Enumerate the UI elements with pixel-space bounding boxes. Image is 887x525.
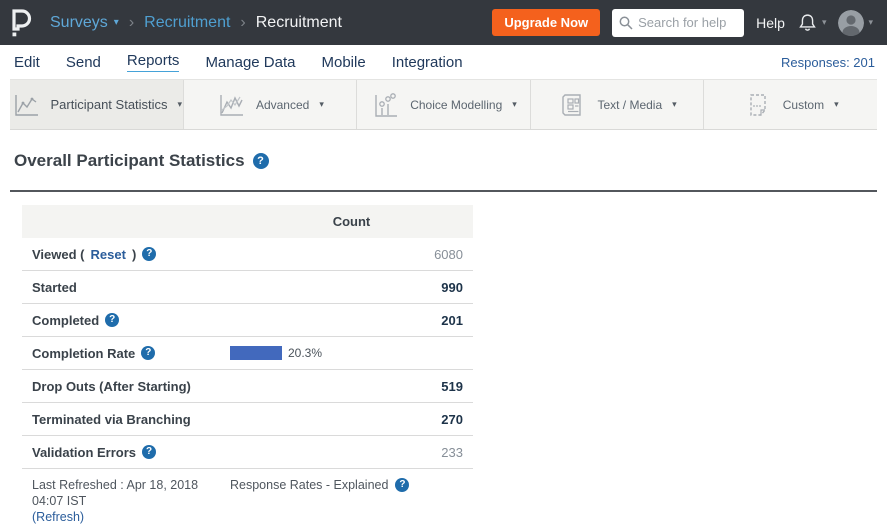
help-link[interactable]: Help bbox=[756, 15, 785, 31]
nav-tab-send[interactable]: Send bbox=[66, 54, 101, 71]
toolbar-custom[interactable]: Custom ▾ bbox=[704, 80, 877, 129]
upgrade-now-button[interactable]: Upgrade Now bbox=[492, 9, 600, 36]
refresh-link[interactable]: (Refresh) bbox=[32, 510, 84, 524]
account-menu-button[interactable]: ▾ bbox=[838, 10, 873, 36]
responses-count: Responses: 201 bbox=[781, 55, 875, 70]
reset-link[interactable]: Reset bbox=[91, 247, 126, 262]
avatar bbox=[838, 10, 864, 36]
line-chart-icon bbox=[11, 90, 41, 120]
row-label: Validation Errors bbox=[32, 445, 136, 460]
nav-tab-mobile[interactable]: Mobile bbox=[322, 54, 366, 71]
last-refreshed-label: Last Refreshed : Apr 18, 2018 04:07 IST bbox=[32, 477, 230, 509]
nav-tab-reports[interactable]: Reports bbox=[127, 52, 180, 72]
row-label-suffix: ) bbox=[132, 247, 136, 262]
toolbar-participant-statistics[interactable]: Participant Statistics ▾ bbox=[10, 80, 184, 129]
help-icon[interactable]: ? bbox=[142, 247, 156, 261]
toolbar-label: Participant Statistics bbox=[51, 97, 168, 112]
title-divider bbox=[10, 190, 877, 192]
help-icon[interactable]: ? bbox=[105, 313, 119, 327]
row-label: Completion Rate bbox=[32, 346, 135, 361]
breadcrumb-surveys[interactable]: Surveys ▾ bbox=[50, 14, 119, 32]
table-row-terminated: Terminated via Branching 270 bbox=[22, 403, 473, 436]
nav-tab-integration[interactable]: Integration bbox=[392, 54, 463, 71]
participant-statistics-table: Count Viewed ( Reset ) ? 6080 Started 99… bbox=[22, 205, 473, 469]
breadcrumb-current-survey: Recruitment bbox=[256, 14, 342, 32]
table-row-viewed: Viewed ( Reset ) ? 6080 bbox=[22, 238, 473, 271]
help-icon[interactable]: ? bbox=[253, 153, 269, 169]
scatter-chart-icon bbox=[370, 90, 400, 120]
report-toolbar: Participant Statistics ▾ Advanced ▾ Choi… bbox=[10, 79, 877, 130]
avatar-icon bbox=[838, 10, 864, 36]
help-icon[interactable]: ? bbox=[142, 445, 156, 459]
toolbar-choice-modelling[interactable]: Choice Modelling ▾ bbox=[357, 80, 531, 129]
table-row-completion-rate: Completion Rate ? 20.3% bbox=[22, 337, 473, 370]
row-label: Drop Outs (After Starting) bbox=[32, 379, 191, 394]
row-value: 6080 bbox=[230, 247, 473, 262]
row-label: Terminated via Branching bbox=[32, 412, 191, 427]
chevron-down-icon: ▾ bbox=[834, 99, 839, 110]
toolbar-label: Advanced bbox=[256, 98, 309, 112]
row-value: 270 bbox=[230, 412, 473, 427]
table-row-completed: Completed ? 201 bbox=[22, 304, 473, 337]
chevron-down-icon: ▾ bbox=[319, 99, 324, 110]
row-value: 201 bbox=[230, 313, 473, 328]
breadcrumb-folder[interactable]: Recruitment bbox=[144, 14, 230, 32]
nav-tab-edit[interactable]: Edit bbox=[14, 54, 40, 71]
table-row-drop-outs: Drop Outs (After Starting) 519 bbox=[22, 370, 473, 403]
page-title: Overall Participant Statistics ? bbox=[14, 151, 887, 171]
row-value: 233 bbox=[230, 445, 473, 460]
notifications-button[interactable]: ▾ bbox=[797, 12, 827, 34]
breadcrumb-separator-icon: › bbox=[240, 14, 245, 32]
chevron-down-icon: ▾ bbox=[512, 99, 517, 110]
breadcrumb-separator-icon: › bbox=[129, 14, 134, 32]
row-value: 990 bbox=[230, 280, 473, 295]
breadcrumb: Surveys ▾ › Recruitment › Recruitment bbox=[50, 14, 342, 32]
table-header-row: Count bbox=[22, 205, 473, 238]
survey-nav: Edit Send Reports Manage Data Mobile Int… bbox=[0, 45, 887, 79]
toolbar-label: Text / Media bbox=[597, 98, 662, 112]
help-icon[interactable]: ? bbox=[141, 346, 155, 360]
topbar: Surveys ▾ › Recruitment › Recruitment Up… bbox=[0, 0, 887, 45]
breadcrumb-surveys-label: Surveys bbox=[50, 14, 108, 32]
bell-icon bbox=[797, 12, 818, 34]
response-rates-explained-label: Response Rates - Explained bbox=[230, 478, 388, 492]
questionpro-logo[interactable] bbox=[10, 8, 36, 38]
chevron-down-icon: ▾ bbox=[672, 99, 677, 110]
help-search bbox=[612, 9, 744, 37]
help-icon[interactable]: ? bbox=[395, 478, 409, 492]
multi-line-chart-icon bbox=[216, 90, 246, 120]
nav-tab-manage-data[interactable]: Manage Data bbox=[205, 54, 295, 71]
row-value: 519 bbox=[230, 379, 473, 394]
report-content: Overall Participant Statistics ? Count V… bbox=[0, 130, 887, 525]
custom-page-icon bbox=[743, 90, 773, 120]
row-label: Started bbox=[32, 280, 77, 295]
table-row-validation-errors: Validation Errors ? 233 bbox=[22, 436, 473, 469]
toolbar-label: Custom bbox=[783, 98, 824, 112]
toolbar-text-media[interactable]: Text / Media ▾ bbox=[531, 80, 705, 129]
newspaper-icon bbox=[557, 90, 587, 120]
completion-rate-value: 20.3% bbox=[288, 346, 322, 360]
toolbar-advanced[interactable]: Advanced ▾ bbox=[184, 80, 358, 129]
table-row-started: Started 990 bbox=[22, 271, 473, 304]
page-title-text: Overall Participant Statistics bbox=[14, 151, 245, 171]
chevron-down-icon: ▾ bbox=[868, 17, 873, 28]
completion-rate-bar bbox=[230, 346, 282, 360]
count-column-header: Count bbox=[230, 214, 473, 229]
chevron-down-icon: ▾ bbox=[178, 99, 183, 110]
topbar-right: Upgrade Now Help ▾ ▾ bbox=[492, 9, 873, 37]
toolbar-label: Choice Modelling bbox=[410, 98, 502, 112]
search-icon bbox=[619, 16, 633, 30]
row-label: Viewed ( bbox=[32, 247, 85, 262]
logo-p-icon bbox=[10, 8, 32, 38]
chevron-down-icon: ▾ bbox=[114, 17, 119, 28]
chevron-down-icon: ▾ bbox=[822, 17, 827, 28]
row-label: Completed bbox=[32, 313, 99, 328]
